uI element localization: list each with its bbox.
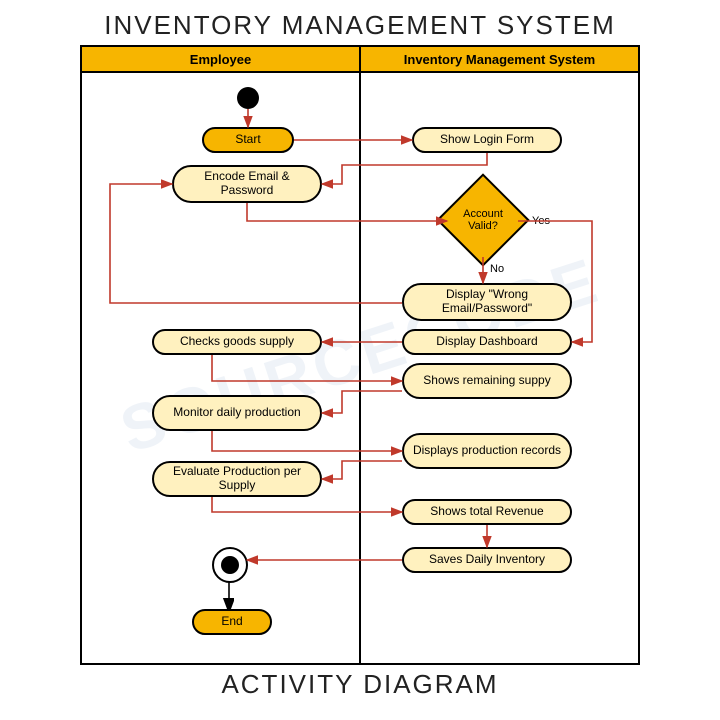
final-node-icon [212, 547, 248, 583]
activity-wrong-credentials: Display "Wrong Email/Password" [402, 283, 572, 321]
activity-end: End [192, 609, 272, 635]
activity-evaluate-supply: Evaluate Production per Supply [152, 461, 322, 497]
activity-encode-credentials: Encode Email & Password [172, 165, 322, 203]
activity-saves-inventory: Saves Daily Inventory [402, 547, 572, 573]
activity-production-records: Displays production records [402, 433, 572, 469]
guard-no: No [490, 263, 504, 275]
lane-header-employee: Employee [82, 47, 361, 73]
activity-remaining-supply: Shows remaining suppy [402, 363, 572, 399]
decision-account-valid: Account Valid? [436, 173, 529, 266]
activity-show-login: Show Login Form [412, 127, 562, 153]
activity-monitor-production: Monitor daily production [152, 395, 322, 431]
lane-header-system: Inventory Management System [361, 47, 638, 73]
activity-checks-goods: Checks goods supply [152, 329, 322, 355]
activity-start: Start [202, 127, 294, 153]
initial-node-icon [237, 87, 259, 109]
diagram-canvas: SOURCECODE Employee Inventory Management… [80, 45, 640, 665]
lane-divider [359, 73, 361, 663]
lane-headers: Employee Inventory Management System [82, 47, 638, 73]
diagram-type-title: ACTIVITY DIAGRAM [0, 665, 720, 708]
page-title: INVENTORY MANAGEMENT SYSTEM [0, 0, 720, 45]
activity-total-revenue: Shows total Revenue [402, 499, 572, 525]
guard-yes: Yes [532, 215, 550, 227]
activity-display-dashboard: Display Dashboard [402, 329, 572, 355]
